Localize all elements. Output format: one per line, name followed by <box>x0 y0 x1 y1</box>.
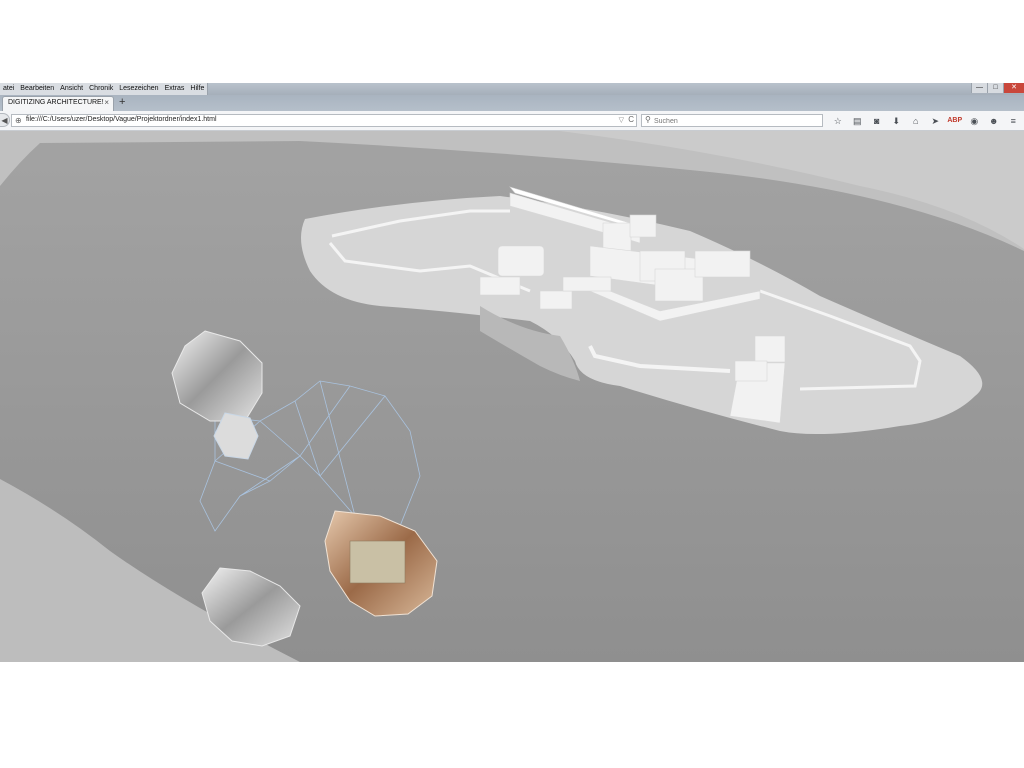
tab-digitizing-architecture[interactable]: DIGITIZING ARCHITECTURE! × <box>2 96 114 111</box>
menu-item-view[interactable]: Ansicht <box>57 83 86 95</box>
gate-block <box>539 290 573 310</box>
window-controls: — □ ✕ <box>971 83 1024 93</box>
star-icon[interactable]: ☆ <box>828 114 848 128</box>
menu-item-history[interactable]: Chronik <box>86 83 116 95</box>
adblock-icon[interactable]: ABP <box>945 114 965 128</box>
small-block <box>562 276 612 292</box>
toolbar: ☆ ▤ ◙ ⬇ ⌂ ➤ ABP ◉ ☻ ≡ <box>828 114 1023 128</box>
south-wing <box>479 276 521 296</box>
url-bar[interactable]: ⊕ file:///C:/Users/uzer/Desktop/Vague/Pr… <box>11 114 637 127</box>
search-icon: ⚲ <box>645 115 651 124</box>
rotunda-building <box>497 245 545 277</box>
tower-block <box>602 222 632 252</box>
east-block <box>694 250 751 278</box>
chat-icon[interactable]: ☻ <box>984 114 1004 128</box>
close-window-button[interactable]: ✕ <box>1003 83 1024 93</box>
browser-window: atei Bearbeiten Ansicht Chronik Lesezeic… <box>0 83 1024 662</box>
menu-item-help[interactable]: Hilfe <box>187 83 207 95</box>
menu-item-file[interactable]: atei <box>0 83 17 95</box>
tab-title: DIGITIZING ARCHITECTURE! <box>8 99 104 106</box>
home-icon[interactable]: ⌂ <box>906 114 926 128</box>
maximize-button[interactable]: □ <box>987 83 1003 93</box>
send-icon[interactable]: ➤ <box>926 114 946 128</box>
pier-pavilion <box>734 360 768 382</box>
tab-strip: DIGITIZING ARCHITECTURE! × + <box>0 95 1024 111</box>
reload-icon[interactable]: C <box>628 115 634 124</box>
extension-icon[interactable]: ◉ <box>965 114 985 128</box>
3d-scene[interactable] <box>0 131 1024 662</box>
search-bar[interactable]: ⚲ <box>641 114 823 127</box>
menu: atei Bearbeiten Ansicht Chronik Lesezeic… <box>0 83 209 95</box>
reading-list-icon[interactable]: ▤ <box>848 114 868 128</box>
tab-close-icon[interactable]: × <box>104 98 109 107</box>
navigation-bar: ◀ ⊕ file:///C:/Users/uzer/Desktop/Vague/… <box>0 111 1024 131</box>
menu-item-bookmarks[interactable]: Lesezeichen <box>116 83 161 95</box>
new-tab-button[interactable]: + <box>119 96 125 109</box>
menu-bar: atei Bearbeiten Ansicht Chronik Lesezeic… <box>0 83 1024 95</box>
minimize-button[interactable]: — <box>971 83 987 93</box>
url-dropdown-icon[interactable]: ▽ <box>619 116 624 124</box>
webgl-viewport[interactable] <box>0 131 1024 662</box>
url-text[interactable]: file:///C:/Users/uzer/Desktop/Vague/Proj… <box>26 116 217 123</box>
menu-item-edit[interactable]: Bearbeiten <box>17 83 57 95</box>
menu-item-tools[interactable]: Extras <box>162 83 188 95</box>
panorama-facade <box>349 540 406 584</box>
globe-icon: ⊕ <box>15 116 22 125</box>
search-input[interactable] <box>654 116 814 126</box>
hamburger-menu-icon[interactable]: ≡ <box>1004 114 1024 128</box>
download-icon[interactable]: ⬇ <box>887 114 907 128</box>
temple-building <box>754 335 786 363</box>
tower-block-2 <box>629 214 657 238</box>
pocket-icon[interactable]: ◙ <box>867 114 887 128</box>
back-button[interactable]: ◀ <box>0 113 10 127</box>
